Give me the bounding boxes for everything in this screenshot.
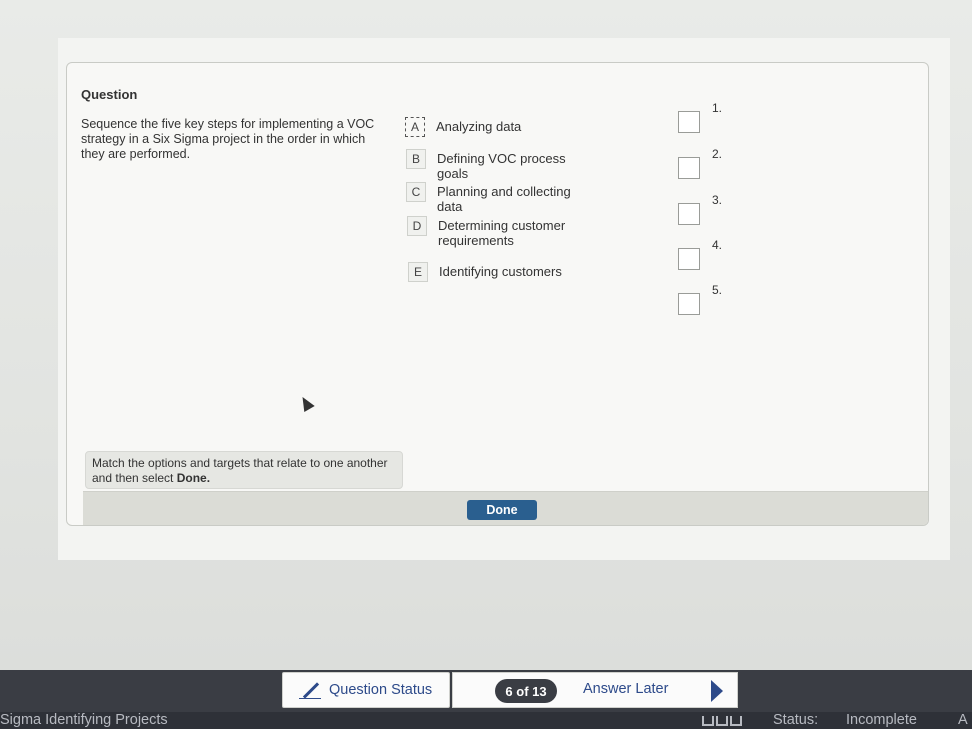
- target-number: 4.: [712, 238, 723, 252]
- navigation-panel: 6 of 13 Answer Later: [452, 672, 738, 708]
- option-label: Planning and collecting data: [437, 184, 571, 214]
- option-letter: E: [408, 262, 428, 282]
- pencil-icon: [299, 680, 321, 700]
- status-label: Status:: [773, 712, 819, 728]
- drop-target-box[interactable]: [678, 203, 700, 225]
- option-label: Identifying customers: [439, 264, 562, 279]
- next-arrow-icon[interactable]: [711, 680, 723, 702]
- question-card: Question Sequence the five key steps for…: [66, 62, 929, 526]
- option-b[interactable]: B Defining VOC process goals: [406, 149, 597, 181]
- target-1[interactable]: 1.: [678, 101, 722, 133]
- drop-target-box[interactable]: [678, 111, 700, 133]
- progress-segment-icon: [702, 715, 714, 726]
- instruction-done-word: Done.: [176, 471, 211, 485]
- option-letter: B: [406, 149, 426, 169]
- drop-target-box[interactable]: [678, 248, 700, 270]
- instruction-box: Match the options and targets that relat…: [85, 451, 403, 489]
- option-letter: C: [406, 182, 426, 202]
- instruction-text: Match the options and targets that relat…: [92, 456, 388, 485]
- question-text: Sequence the five key steps for implemen…: [81, 117, 375, 161]
- question-footer: Done: [83, 491, 928, 525]
- status-value: Incomplete: [846, 712, 917, 728]
- course-title: Sigma Identifying Projects: [0, 712, 168, 728]
- target-number: 3.: [712, 193, 723, 207]
- page-indicator: 6 of 13: [495, 679, 557, 703]
- question-status-label: Question Status: [329, 682, 433, 698]
- progress-segment-icon: [730, 715, 742, 726]
- target-number: 5.: [712, 283, 723, 297]
- option-d[interactable]: D Determining customer requirements: [407, 216, 598, 248]
- progress-segment-icon: [716, 715, 728, 726]
- question-title: Question: [81, 87, 138, 102]
- target-2[interactable]: 2.: [678, 147, 722, 179]
- drop-target-box[interactable]: [678, 293, 700, 315]
- target-5[interactable]: 5.: [678, 283, 722, 315]
- target-number: 1.: [712, 101, 723, 115]
- option-label: Determining customer requirements: [438, 218, 566, 248]
- option-letter: D: [407, 216, 427, 236]
- option-c[interactable]: C Planning and collecting data: [406, 182, 597, 214]
- drop-target-box[interactable]: [678, 157, 700, 179]
- option-label: Analyzing data: [436, 119, 522, 134]
- question-status-button[interactable]: Question Status: [282, 672, 450, 708]
- done-button[interactable]: Done: [467, 500, 537, 520]
- option-e[interactable]: E Identifying customers: [408, 262, 599, 282]
- target-3[interactable]: 3.: [678, 193, 722, 225]
- answer-later-button[interactable]: Answer Later: [583, 681, 668, 697]
- option-letter: A: [405, 117, 425, 137]
- target-number: 2.: [712, 147, 723, 161]
- status-extra: A: [958, 712, 968, 728]
- target-4[interactable]: 4.: [678, 238, 722, 270]
- progress-icons: [702, 712, 742, 729]
- option-label: Defining VOC process goals: [437, 151, 566, 181]
- option-a[interactable]: A Analyzing data: [405, 117, 596, 137]
